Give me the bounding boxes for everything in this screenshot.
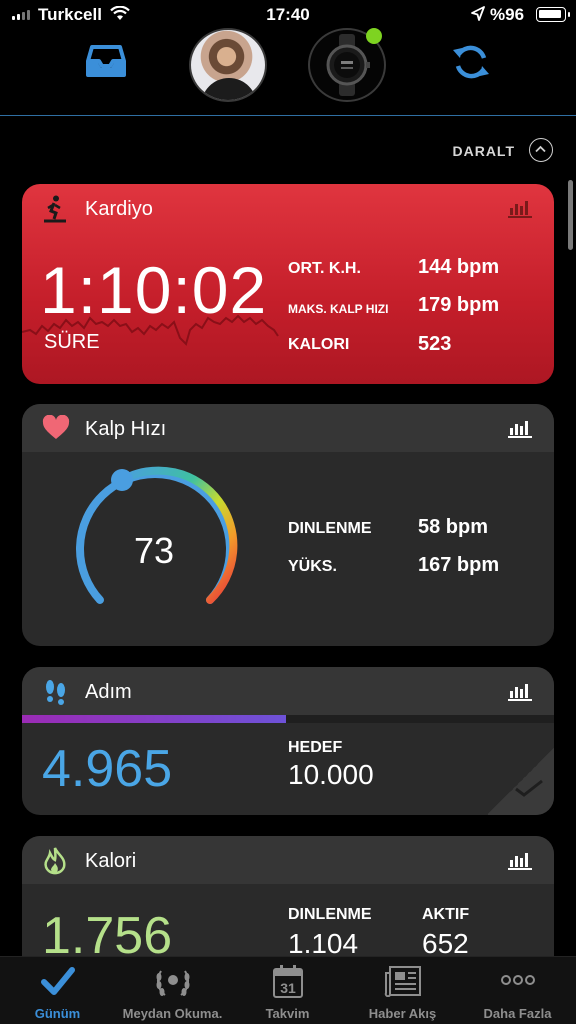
checkmark-icon (515, 779, 543, 797)
treadmill-icon (44, 195, 66, 223)
chevron-up-icon (535, 145, 546, 153)
max-hr-value: 179 bpm (418, 294, 500, 316)
steps-progress-fill (22, 715, 287, 723)
high-hr-value: 167 bpm (418, 554, 500, 576)
steps-count: 4.965 (42, 740, 173, 798)
user-avatar[interactable] (189, 28, 267, 102)
avg-hr-value: 144 bpm (418, 256, 500, 278)
scrollbar[interactable] (568, 180, 573, 250)
calendar-date: 31 (280, 980, 296, 996)
tab-label-more: Daha Fazla (483, 1006, 552, 1021)
app-header (0, 28, 576, 116)
steps-title: Adım (85, 681, 132, 703)
collapse-button[interactable] (529, 138, 553, 162)
heart-rate-card[interactable]: Kalp Hızı 73 DINLENME 58 bpm YÜKS. 167 b… (22, 404, 554, 646)
inbox-icon[interactable] (86, 44, 126, 78)
tab-label-news-feed: Haber Akış (368, 1006, 437, 1021)
location-arrow-icon (471, 6, 485, 21)
steps-progress-bar (22, 715, 554, 723)
tab-label-my-day: Günüm (34, 1006, 81, 1021)
tab-my-day[interactable]: Günüm (0, 957, 115, 1024)
tab-label-calendar: Takvim (265, 1006, 310, 1021)
goal-label: HEDEF (288, 739, 343, 756)
calories-value: 523 (418, 333, 452, 355)
footprints-icon (46, 680, 65, 705)
chart-bars-icon[interactable] (508, 850, 532, 870)
cardio-duration: 1:10:02 (40, 253, 268, 327)
heart-rate-title: Kalp Hızı (85, 418, 167, 440)
resting-hr-value: 58 bpm (418, 516, 489, 538)
battery-icon (536, 7, 570, 22)
calendar-icon: 31 (272, 965, 303, 998)
calories-label: KALORI (288, 336, 350, 353)
current-heart-rate: 73 (133, 530, 175, 571)
chart-bars-icon[interactable] (508, 198, 532, 218)
tab-label-challenges: Meydan Okuma. (122, 1006, 223, 1021)
cardio-card[interactable]: Kardiyo 1:10:02 SÜRE ORT. K.H. 144 bpm M… (22, 184, 554, 384)
active-calories-label: AKTIF (422, 906, 470, 923)
collapse-label[interactable]: DARALT (452, 143, 515, 159)
watch-connected-indicator (366, 28, 382, 44)
steps-card[interactable]: Adım 4.965 HEDEF 10.000 (22, 667, 554, 815)
tab-calendar[interactable]: 31 Takvim (230, 957, 345, 1024)
duration-label: SÜRE (44, 331, 100, 353)
chart-bars-icon[interactable] (508, 681, 532, 701)
check-icon (40, 967, 75, 995)
tab-more[interactable]: Daha Fazla (460, 957, 575, 1024)
collapse-row: DARALT (0, 138, 576, 162)
tab-challenges[interactable]: Meydan Okuma. (115, 957, 230, 1024)
flame-icon (44, 847, 66, 875)
max-hr-label: MAKS. KALP HIZI (288, 302, 389, 316)
cardio-title: Kardiyo (85, 198, 153, 220)
sync-icon[interactable] (451, 44, 491, 80)
bottom-tab-bar: Günüm Meydan Okuma. 31 Takvim Haber Akış… (0, 956, 576, 1024)
goal-value: 10.000 (288, 759, 374, 790)
battery-percentage: %96 (490, 5, 525, 24)
laurel-icon (156, 970, 189, 996)
tab-news-feed[interactable]: Haber Akış (345, 957, 460, 1024)
high-hr-label: YÜKS. (288, 558, 337, 575)
more-icon (500, 975, 535, 985)
heart-icon (42, 415, 70, 439)
resting-calories-label: DINLENME (288, 906, 372, 923)
status-bar: Turkcell 17:40 %96 (0, 0, 576, 30)
resting-hr-label: DINLENME (288, 520, 372, 537)
chart-bars-icon[interactable] (508, 418, 532, 438)
news-icon (384, 966, 421, 997)
calories-title: Kalori (85, 850, 137, 872)
avg-hr-label: ORT. K.H. (288, 260, 361, 277)
